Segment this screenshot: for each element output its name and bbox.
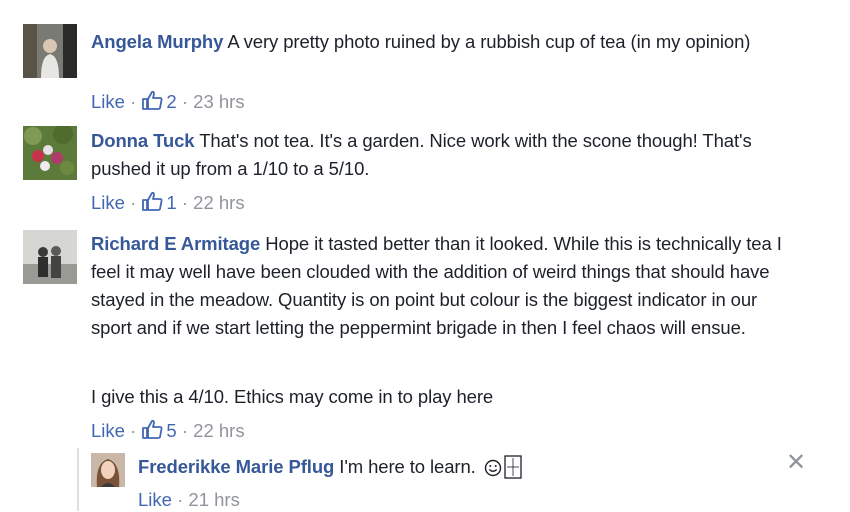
timestamp[interactable]: 21 hrs xyxy=(188,489,239,510)
comment-actions: Like · 2 · 23 hrs xyxy=(91,89,245,117)
comment-actions: Like · 5 · 22 hrs xyxy=(91,418,245,446)
close-icon[interactable]: ✕ xyxy=(786,451,806,475)
comment-actions: Like · 1 · 22 hrs xyxy=(91,190,245,218)
avatar[interactable] xyxy=(23,230,77,284)
comment-author[interactable]: Donna Tuck xyxy=(91,130,195,151)
like-count[interactable]: 5 xyxy=(166,420,176,441)
smiley-emoji-icon xyxy=(484,457,502,485)
comment-author[interactable]: Richard E Armitage xyxy=(91,233,260,254)
comment-author[interactable]: Angela Murphy xyxy=(91,31,223,52)
separator: · xyxy=(124,192,142,213)
comment-text: Donna Tuck That's not tea. It's a garden… xyxy=(91,127,791,183)
thumbs-up-icon[interactable] xyxy=(141,190,163,218)
timestamp[interactable]: 22 hrs xyxy=(193,192,244,213)
like-count[interactable]: 1 xyxy=(166,192,176,213)
timestamp[interactable]: 22 hrs xyxy=(193,420,244,441)
reply-author[interactable]: Frederikke Marie Pflug xyxy=(138,456,334,477)
like-button[interactable]: Like xyxy=(91,91,125,112)
like-button[interactable]: Like xyxy=(138,489,172,510)
timestamp[interactable]: 23 hrs xyxy=(193,91,244,112)
reply-body: I'm here to learn. xyxy=(334,456,476,477)
separator: · xyxy=(176,420,194,441)
reply-thread-line xyxy=(77,448,79,511)
avatar[interactable] xyxy=(23,126,77,180)
comment-text: Richard E Armitage Hope it tasted better… xyxy=(91,230,791,342)
reply-text: Frederikke Marie Pflug I'm here to learn… xyxy=(138,453,738,487)
comment-text: Angela Murphy A very pretty photo ruined… xyxy=(91,28,791,56)
separator: · xyxy=(176,91,194,112)
avatar[interactable] xyxy=(23,24,77,78)
separator: · xyxy=(176,192,194,213)
avatar[interactable] xyxy=(91,453,125,487)
unknown-character-icon xyxy=(504,455,522,487)
separator: · xyxy=(124,91,142,112)
like-count[interactable]: 2 xyxy=(166,91,176,112)
comment-text-paragraph: I give this a 4/10. Ethics may come in t… xyxy=(91,386,494,407)
separator: · xyxy=(124,420,142,441)
reply-actions: Like · 21 hrs xyxy=(138,488,240,512)
comment-body: A very pretty photo ruined by a rubbish … xyxy=(223,31,751,52)
like-button[interactable]: Like xyxy=(91,420,125,441)
thumbs-up-icon[interactable] xyxy=(141,418,163,446)
separator: · xyxy=(171,489,189,510)
thumbs-up-icon[interactable] xyxy=(141,89,163,117)
like-button[interactable]: Like xyxy=(91,192,125,213)
